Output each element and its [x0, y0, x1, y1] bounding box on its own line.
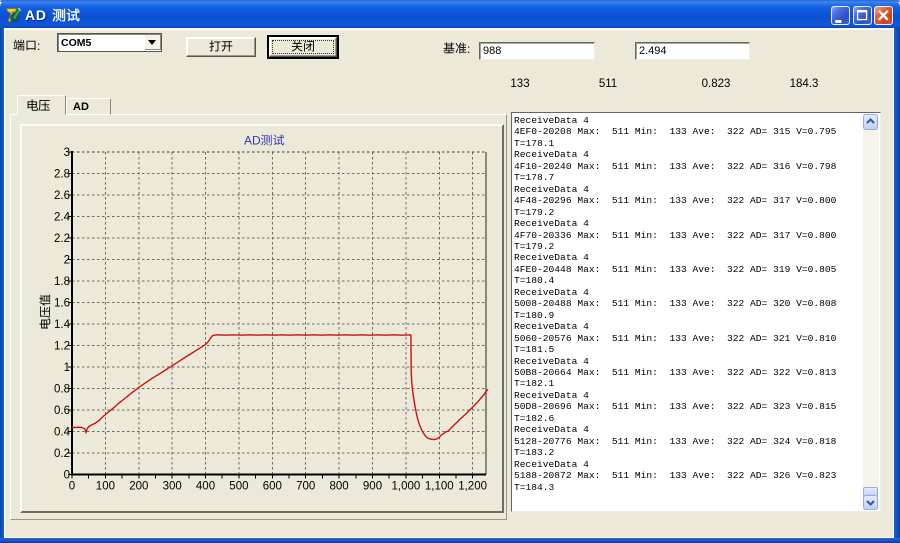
svg-text:900: 900 — [363, 481, 382, 493]
svg-text:0.6: 0.6 — [54, 405, 70, 417]
svg-text:100: 100 — [96, 481, 115, 493]
svg-text:1,200: 1,200 — [458, 481, 487, 493]
svg-text:0.2: 0.2 — [54, 448, 70, 460]
svg-text:2: 2 — [64, 255, 70, 267]
svg-text:0.8: 0.8 — [54, 384, 70, 396]
svg-text:700: 700 — [296, 481, 315, 493]
svg-text:1: 1 — [64, 362, 70, 374]
svg-text:500: 500 — [229, 481, 248, 493]
svg-text:1,100: 1,100 — [425, 481, 454, 493]
svg-text:2.4: 2.4 — [54, 212, 71, 224]
svg-text:1.6: 1.6 — [54, 298, 70, 310]
svg-text:1,000: 1,000 — [392, 481, 421, 493]
svg-text:1.2: 1.2 — [54, 341, 70, 353]
svg-text:800: 800 — [330, 481, 349, 493]
svg-text:2.8: 2.8 — [54, 169, 70, 181]
svg-text:600: 600 — [263, 481, 282, 493]
svg-text:0.4: 0.4 — [54, 427, 71, 439]
svg-text:300: 300 — [163, 481, 182, 493]
svg-text:0: 0 — [69, 481, 75, 493]
svg-text:AD: AD — [244, 134, 261, 148]
svg-text:2.6: 2.6 — [54, 190, 70, 202]
svg-text:3: 3 — [64, 147, 70, 159]
svg-text:2.2: 2.2 — [54, 233, 70, 245]
svg-text:400: 400 — [196, 481, 215, 493]
svg-text:1.8: 1.8 — [54, 276, 70, 288]
svg-text:200: 200 — [129, 481, 148, 493]
svg-text:1.4: 1.4 — [54, 319, 71, 331]
